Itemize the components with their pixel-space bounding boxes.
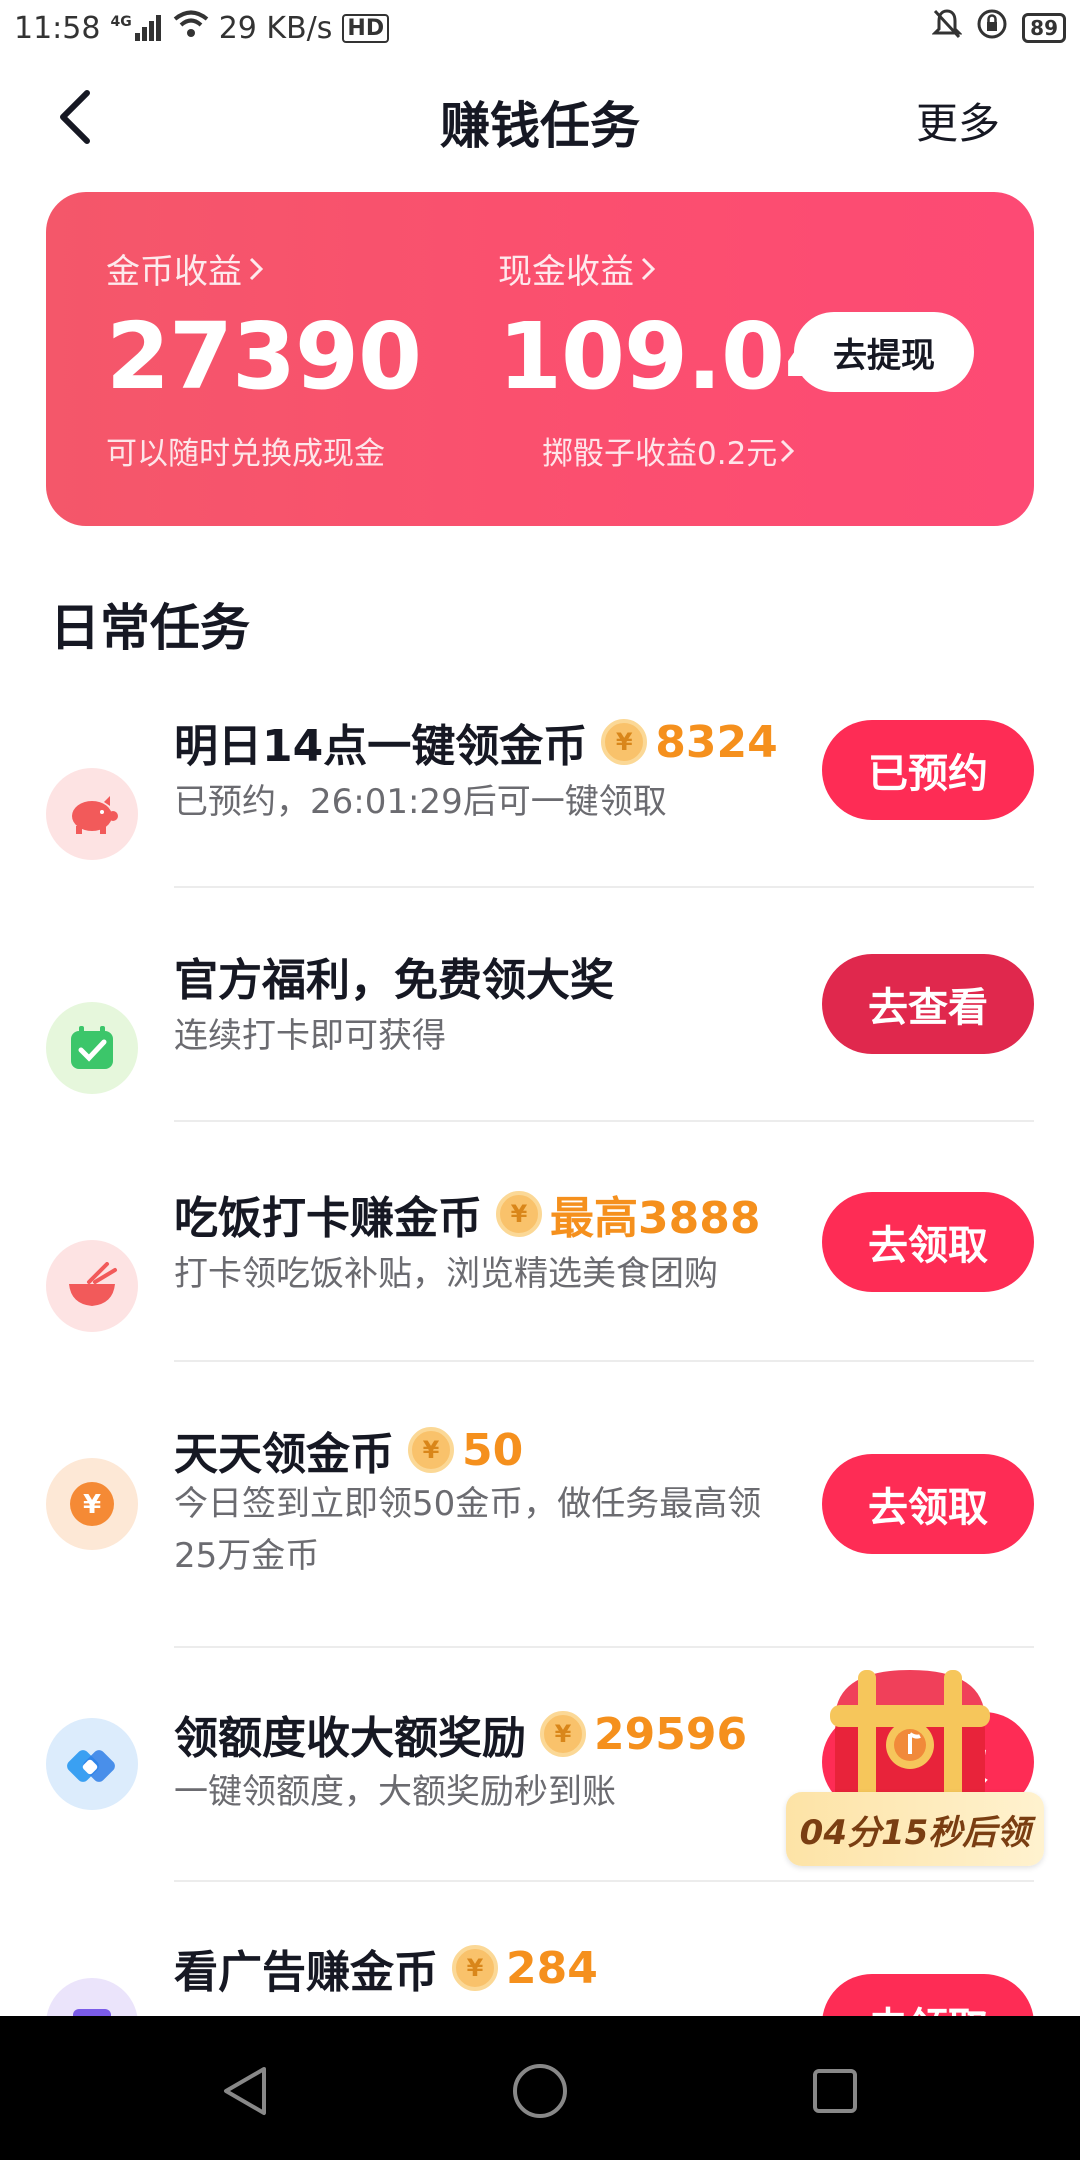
- divider: [174, 1120, 1034, 1122]
- chevron-right-icon: [249, 257, 264, 280]
- divider: [174, 1646, 1034, 1648]
- task-title: 看广告赚金币: [174, 1947, 438, 1998]
- divider: [174, 1880, 1034, 1882]
- coin-earnings-value: 27390: [106, 303, 422, 410]
- coin-icon: ¥: [452, 1945, 498, 1991]
- view-button[interactable]: 去查看: [822, 954, 1034, 1054]
- task-title: 官方福利，免费领大奖: [174, 955, 614, 1006]
- credit-diamond-icon: [46, 1718, 138, 1810]
- lock-rotation-icon: [976, 8, 1008, 48]
- mute-icon: [931, 8, 963, 48]
- chest-countdown[interactable]: 04分15秒后领: [786, 1792, 1044, 1866]
- hd-icon: HD: [342, 13, 390, 43]
- triangle-back-icon: [224, 2067, 266, 2115]
- claim-button[interactable]: 去领取: [822, 1454, 1034, 1554]
- coin-icon: ¥: [540, 1711, 586, 1757]
- task-reward: 29596: [594, 1708, 748, 1760]
- divider: [174, 1360, 1034, 1362]
- task-description: 一键领额度，大额奖励秒到账: [174, 1772, 616, 1812]
- network-speed: 29 KB/s: [218, 10, 333, 46]
- back-button[interactable]: [40, 82, 110, 152]
- task-reward: 最高3888: [550, 1193, 761, 1244]
- status-bar: 11:58 4G 29 KB/s HD 89: [0, 0, 1080, 56]
- coin-icon: ¥: [408, 1427, 454, 1473]
- divider: [174, 886, 1034, 888]
- reserved-button[interactable]: 已预约: [822, 720, 1034, 820]
- dice-earnings-link[interactable]: 掷骰子收益0.2元: [542, 428, 847, 473]
- system-nav-bar: [0, 2016, 1080, 2160]
- task-description: 连续打卡即可获得: [174, 1016, 446, 1056]
- coin-earnings[interactable]: 金币收益 27390 可以随时兑换成现金: [106, 244, 422, 473]
- task-title: 吃饭打卡赚金币: [174, 1193, 482, 1244]
- section-title-daily-tasks: 日常任务: [50, 599, 250, 657]
- rice-bowl-icon: [46, 1240, 138, 1332]
- coin-icon: ¥: [601, 719, 648, 765]
- task-reward: 50: [462, 1424, 524, 1476]
- network-type: 4G: [110, 14, 132, 30]
- signal-icon: 4G: [110, 15, 162, 41]
- chevron-right-icon: [781, 439, 795, 462]
- coin-icon: ¥: [496, 1191, 542, 1237]
- top-header: 赚钱任务 更多: [0, 64, 1080, 168]
- cash-earnings-label: 现金收益: [498, 252, 634, 292]
- status-time: 11:58: [14, 10, 101, 46]
- task-reward: 8324: [655, 716, 778, 768]
- battery-indicator: 89: [1022, 13, 1066, 43]
- task-title: 天天领金币: [174, 1429, 394, 1480]
- coin-earnings-sub: 可以随时兑换成现金: [106, 436, 385, 472]
- nav-recents-button[interactable]: [800, 2056, 870, 2126]
- task-description: 今日签到立即领50金币，做任务最高领25万金币: [174, 1484, 762, 1576]
- yuan-coin-icon: ¥: [46, 1458, 138, 1550]
- task-reward: 284: [506, 1942, 598, 1994]
- calendar-check-icon: [46, 1002, 138, 1094]
- earnings-card: 金币收益 27390 可以随时兑换成现金 现金收益 109.04 掷骰子收益0.…: [46, 192, 1034, 526]
- nav-home-button[interactable]: [505, 2056, 575, 2126]
- svg-text:¥: ¥: [83, 1490, 101, 1520]
- nav-back-button[interactable]: [210, 2056, 280, 2126]
- square-recents-icon: [813, 2069, 857, 2113]
- chevron-left-icon: [60, 90, 90, 144]
- wifi-icon: [173, 10, 209, 46]
- withdraw-button[interactable]: 去提现: [794, 312, 974, 392]
- piggy-bank-icon: [46, 768, 138, 860]
- task-title: 领额度收大额奖励: [174, 1713, 526, 1764]
- claim-button[interactable]: 去领取: [822, 1192, 1034, 1292]
- chevron-right-icon: [641, 257, 656, 280]
- task-description: 打卡领吃饭补贴，浏览精选美食团购: [174, 1254, 718, 1294]
- task-description: 已预约，26:01:29后可一键领取: [174, 782, 667, 822]
- more-button[interactable]: 更多: [916, 90, 1000, 151]
- dice-earnings-text: 掷骰子收益0.2元: [542, 436, 778, 472]
- coin-earnings-label: 金币收益: [106, 252, 242, 292]
- task-title: 明日14点一键领金币: [174, 721, 588, 772]
- circle-home-icon: [513, 2064, 567, 2118]
